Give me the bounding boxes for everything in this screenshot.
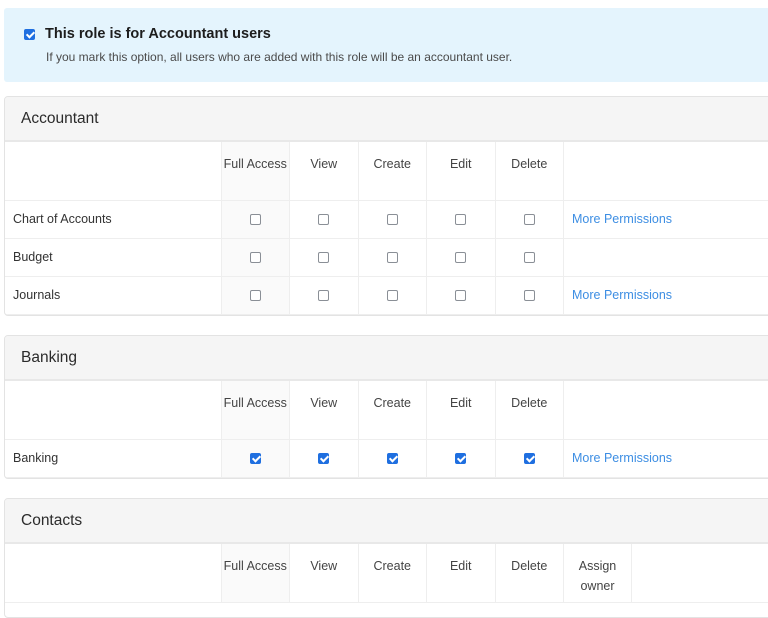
banking-panel-title: Banking [5, 336, 768, 381]
table-row: Chart of Accounts More Permissions [5, 200, 768, 238]
accountant-role-checkbox[interactable] [24, 29, 35, 40]
column-header-more [564, 381, 768, 439]
create-checkbox[interactable] [387, 453, 398, 464]
contacts-panel-title: Contacts [5, 499, 768, 544]
column-header-full-access: Full Access [221, 142, 290, 200]
create-checkbox[interactable] [387, 290, 398, 301]
column-header-delete: Delete [495, 544, 564, 602]
edit-checkbox[interactable] [455, 290, 466, 301]
full-access-checkbox[interactable] [250, 453, 261, 464]
column-header-view: View [290, 142, 359, 200]
accountant-permissions-table: Full Access View Create Edit Delete Char… [5, 142, 768, 315]
accountant-role-title: This role is for Accountant users [45, 26, 271, 42]
column-header-create: Create [358, 142, 427, 200]
table-row: Budget [5, 238, 768, 276]
column-header-delete: Delete [495, 142, 564, 200]
table-header-row: Full Access View Create Edit Delete [5, 142, 768, 200]
edit-checkbox[interactable] [455, 214, 466, 225]
column-header-assign-owner: Assign owner [564, 544, 632, 602]
row-label: Budget [5, 238, 221, 276]
contacts-permissions-table: Full Access View Create Edit Delete Assi… [5, 544, 768, 603]
more-permissions-link[interactable]: More Permissions [572, 212, 672, 226]
column-header-edit: Edit [427, 544, 496, 602]
row-label: Banking [5, 439, 221, 477]
column-header-more [632, 544, 768, 602]
create-checkbox[interactable] [387, 214, 398, 225]
column-header-label [5, 142, 221, 200]
view-checkbox[interactable] [318, 453, 329, 464]
full-access-checkbox[interactable] [250, 214, 261, 225]
delete-checkbox[interactable] [524, 453, 535, 464]
more-permissions-empty [564, 238, 768, 276]
column-header-create: Create [358, 544, 427, 602]
column-header-view: View [290, 381, 359, 439]
delete-checkbox[interactable] [524, 214, 535, 225]
contacts-panel: Contacts Full Access View Create Edit De… [4, 498, 768, 618]
view-checkbox[interactable] [318, 214, 329, 225]
row-label: Journals [5, 276, 221, 314]
column-header-edit: Edit [427, 142, 496, 200]
accountant-panel-title: Accountant [5, 97, 768, 142]
column-header-view: View [290, 544, 359, 602]
column-header-more [564, 142, 768, 200]
more-permissions-link[interactable]: More Permissions [572, 288, 672, 302]
column-header-delete: Delete [495, 381, 564, 439]
banking-panel: Banking Full Access View Create Edit Del… [4, 335, 768, 479]
table-header-row: Full Access View Create Edit Delete [5, 381, 768, 439]
view-checkbox[interactable] [318, 252, 329, 263]
full-access-checkbox[interactable] [250, 290, 261, 301]
column-header-create: Create [358, 381, 427, 439]
accountant-panel: Accountant Full Access View Create Edit … [4, 96, 768, 316]
table-header-row: Full Access View Create Edit Delete Assi… [5, 544, 768, 602]
edit-checkbox[interactable] [455, 453, 466, 464]
view-checkbox[interactable] [318, 290, 329, 301]
more-permissions-link[interactable]: More Permissions [572, 451, 672, 465]
accountant-role-notice: This role is for Accountant users If you… [4, 8, 768, 82]
edit-checkbox[interactable] [455, 252, 466, 263]
column-header-full-access: Full Access [221, 544, 290, 602]
table-row: Journals More Permissions [5, 276, 768, 314]
banking-permissions-table: Full Access View Create Edit Delete Bank… [5, 381, 768, 478]
column-header-label [5, 381, 221, 439]
column-header-label [5, 544, 221, 602]
accountant-role-description: If you mark this option, all users who a… [46, 50, 768, 64]
create-checkbox[interactable] [387, 252, 398, 263]
row-label: Chart of Accounts [5, 200, 221, 238]
full-access-checkbox[interactable] [250, 252, 261, 263]
delete-checkbox[interactable] [524, 252, 535, 263]
table-row: Banking More Permissions [5, 439, 768, 477]
delete-checkbox[interactable] [524, 290, 535, 301]
column-header-edit: Edit [427, 381, 496, 439]
column-header-full-access: Full Access [221, 381, 290, 439]
